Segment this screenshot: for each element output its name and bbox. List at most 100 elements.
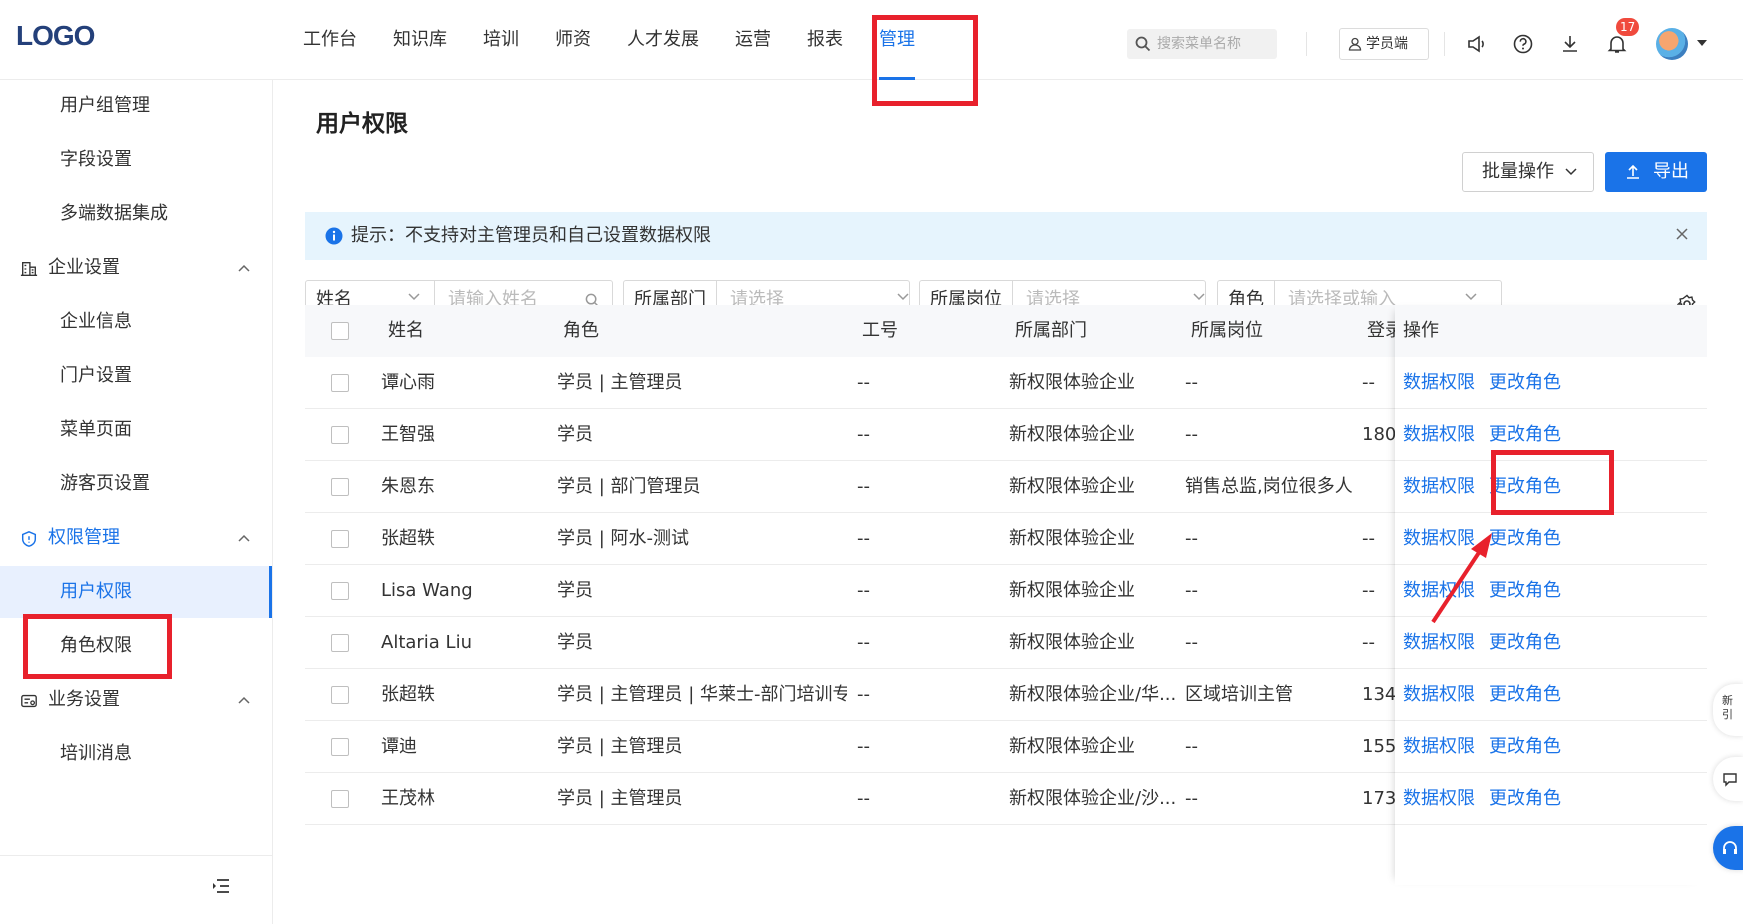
cell-role: 学员 | 主管理员 [557,372,683,393]
data-permission-link[interactable]: 数据权限 [1403,461,1475,513]
nav-item-2[interactable]: 培训 [465,0,537,80]
download-icon[interactable] [1559,33,1581,55]
divider [1306,32,1307,56]
row-checkbox[interactable] [331,426,349,444]
sidebar-item-3[interactable]: 企业设置 [0,242,272,294]
nav-item-3[interactable]: 师资 [537,0,609,80]
cell-department: 新权限体验企业 [1009,424,1135,445]
cell-login: 1340 [1362,684,1395,705]
avatar[interactable] [1656,28,1688,60]
sidebar-item-7[interactable]: 游客页设置 [0,458,272,510]
sidebar-item-0[interactable]: 用户组管理 [0,80,272,132]
nav-item-4[interactable]: 人才发展 [609,0,717,80]
sidebar-item-label: 字段设置 [60,149,132,170]
cell-position: -- [1185,632,1198,653]
change-role-link[interactable]: 更改角色 [1489,357,1561,409]
cell-role: 学员 | 阿水-测试 [557,528,690,549]
nav-item-1[interactable]: 知识库 [375,0,465,80]
cell-employee-no: -- [857,788,870,809]
cell-position: -- [1185,372,1198,393]
nav-item-6[interactable]: 报表 [789,0,861,80]
data-permission-link[interactable]: 数据权限 [1403,513,1475,565]
feedback-widget[interactable] [1713,757,1743,801]
notice-text: 提示：不支持对主管理员和自己设置数据权限 [351,225,711,246]
change-role-link[interactable]: 更改角色 [1489,773,1561,825]
sidebar-item-label: 企业设置 [48,257,120,278]
change-role-link[interactable]: 更改角色 [1489,565,1561,617]
cell-position: 区域培训主管 [1185,684,1293,705]
customer-service-widget[interactable] [1713,826,1743,870]
row-checkbox[interactable] [331,530,349,548]
change-role-link[interactable]: 更改角色 [1489,513,1561,565]
change-role-link[interactable]: 更改角色 [1489,617,1561,669]
sidebar-item-label: 培训消息 [60,743,132,764]
sidebar-item-2[interactable]: 多端数据集成 [0,188,272,240]
cell-login: -- [1362,372,1375,393]
sidebar-item-label: 门户设置 [60,365,132,386]
speaker-icon[interactable] [1465,33,1487,55]
column-header-name: 姓名 [388,320,424,341]
help-icon[interactable] [1512,33,1534,55]
data-permission-link[interactable]: 数据权限 [1403,565,1475,617]
chevron-up-icon [238,264,250,272]
sidebar-item-11[interactable]: 业务设置 [0,674,272,726]
row-checkbox[interactable] [331,634,349,652]
sidebar-item-label: 用户组管理 [60,95,150,116]
batch-operation-button[interactable]: 批量操作 [1462,152,1594,192]
bell-icon[interactable] [1606,33,1628,55]
cell-position: -- [1185,788,1198,809]
data-permission-link[interactable]: 数据权限 [1403,617,1475,669]
sidebar-item-8[interactable]: 权限管理 [0,512,272,564]
menu-search-input[interactable]: 搜索菜单名称 [1127,29,1277,59]
cell-login: -- [1362,632,1375,653]
row-checkbox[interactable] [331,686,349,704]
collapse-menu-icon[interactable] [212,878,230,894]
cell-department: 新权限体验企业 [1009,632,1135,653]
data-permission-link[interactable]: 数据权限 [1403,773,1475,825]
nav-item-0[interactable]: 工作台 [285,0,375,80]
data-permission-link[interactable]: 数据权限 [1403,357,1475,409]
cell-employee-no: -- [857,736,870,757]
export-label: 导出 [1653,161,1689,182]
divider [0,855,272,856]
highlight-annotation [23,614,172,679]
data-permission-link[interactable]: 数据权限 [1403,409,1475,461]
column-header-employee-no: 工号 [862,320,898,341]
sidebar-item-5[interactable]: 门户设置 [0,350,272,402]
sidebar-item-4[interactable]: 企业信息 [0,296,272,348]
column-header-actions: 操作 [1403,320,1439,341]
student-portal-button[interactable]: 学员端 [1339,28,1429,60]
cell-name: 谭迪 [381,736,417,757]
row-checkbox[interactable] [331,478,349,496]
nav-item-5[interactable]: 运营 [717,0,789,80]
notification-badge: 17 [1616,18,1640,36]
export-button[interactable]: 导出 [1605,152,1707,192]
cell-employee-no: -- [857,528,870,549]
change-role-link[interactable]: 更改角色 [1489,721,1561,773]
row-checkbox[interactable] [331,374,349,392]
operation-column: 操作 数据权限 更改角色 数据权限 更改角色 数据权限 更改角色 数据权限 更改角色 数据权限更… [1395,305,1707,885]
sidebar-item-1[interactable]: 字段设置 [0,134,272,186]
user-icon [1348,37,1362,51]
chevron-up-icon [238,534,250,542]
cell-position: 销售总监,岗位很多人 [1185,476,1353,497]
new-guide-widget[interactable]: 新 引 [1713,684,1743,736]
row-checkbox[interactable] [331,582,349,600]
sidebar-item-12[interactable]: 培训消息 [0,728,272,780]
data-permission-link[interactable]: 数据权限 [1403,669,1475,721]
close-icon[interactable] [1675,227,1689,241]
row-checkbox[interactable] [331,738,349,756]
row-checkbox[interactable] [331,790,349,808]
cell-position: -- [1185,424,1198,445]
data-permission-link[interactable]: 数据权限 [1403,721,1475,773]
sidebar-item-label: 菜单页面 [60,419,132,440]
logo: LOGO [16,20,95,51]
cell-role: 学员 | 主管理员 | 华莱士-部门培训专员... [557,684,847,705]
chevron-down-icon[interactable] [1697,40,1707,46]
sidebar-item-6[interactable]: 菜单页面 [0,404,272,456]
change-role-link[interactable]: 更改角色 [1489,669,1561,721]
sidebar-item-9[interactable]: 用户权限 [0,566,272,618]
select-all-checkbox[interactable] [331,322,349,340]
highlight-annotation [1491,450,1614,515]
sidebar-item-label: 权限管理 [48,527,120,548]
